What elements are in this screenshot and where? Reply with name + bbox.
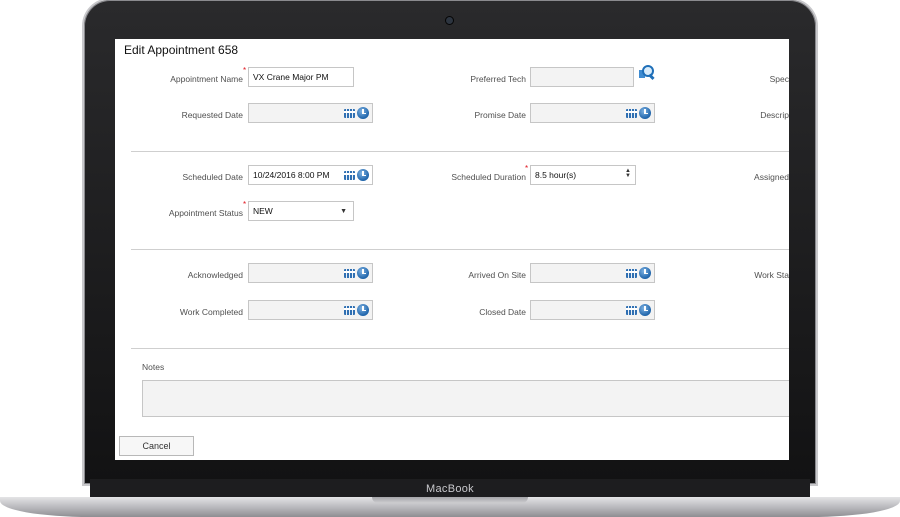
required-marker: * [525, 164, 529, 173]
clock-icon[interactable] [357, 169, 369, 181]
calendar-icon[interactable] [626, 269, 637, 278]
calendar-icon[interactable] [626, 306, 637, 315]
chevron-down-icon[interactable]: ▼ [340, 208, 347, 215]
scheduled-duration-value: 8.5 hour(s) [535, 170, 577, 180]
work-completed-label: Work Completed [179, 307, 243, 317]
scheduled-date-label: Scheduled Date [182, 172, 244, 182]
page-title: Edit Appointment 658 [124, 43, 239, 57]
requested-date-input[interactable] [248, 103, 373, 123]
clock-icon[interactable] [357, 267, 369, 279]
work-status-label: Work Sta [754, 270, 789, 280]
closed-date-input[interactable] [530, 300, 655, 320]
acknowledged-label: Acknowledged [187, 270, 243, 280]
calendar-icon[interactable] [626, 109, 637, 118]
arrived-on-site-input[interactable] [530, 263, 655, 283]
work-completed-input[interactable] [248, 300, 373, 320]
specialty-label: Spec [769, 74, 789, 84]
appointment-name-input[interactable]: VX Crane Major PM [248, 67, 354, 87]
clock-icon[interactable] [639, 267, 651, 279]
stepper-arrows-icon[interactable]: ▲ ▼ [625, 168, 631, 179]
appointment-name-label: Appointment Name [170, 74, 243, 84]
calendar-icon[interactable] [344, 269, 355, 278]
description-label: Descrip [760, 110, 789, 120]
scheduled-date-input[interactable]: 10/24/2016 8:00 PM [248, 165, 373, 185]
notes-textarea[interactable] [142, 380, 789, 417]
clock-icon[interactable] [357, 107, 369, 119]
lookup-icon[interactable] [639, 65, 655, 81]
scheduled-date-value: 10/24/2016 8:00 PM [253, 170, 330, 180]
appointment-status-select[interactable]: NEW ▼ [248, 201, 354, 221]
laptop-base-notch [372, 497, 528, 503]
section-divider [131, 151, 789, 152]
calendar-icon[interactable] [344, 109, 355, 118]
required-marker: * [243, 200, 247, 209]
requested-date-label: Requested Date [181, 110, 243, 120]
camera [446, 17, 453, 24]
calendar-icon[interactable] [344, 306, 355, 315]
app-screen: Edit Appointment 658 Appointment Name * … [115, 39, 789, 460]
appointment-status-label: Appointment Status [168, 208, 243, 218]
clock-icon[interactable] [639, 107, 651, 119]
required-marker: * [243, 66, 247, 75]
laptop-bezel-bottom: MacBook [90, 479, 810, 499]
assigned-label: Assigned [754, 172, 789, 182]
promise-date-label: Promise Date [474, 110, 527, 120]
arrived-on-site-label: Arrived On Site [468, 270, 526, 280]
notes-label: Notes [142, 362, 165, 372]
appointment-name-value: VX Crane Major PM [253, 72, 329, 82]
brand-label: MacBook [426, 483, 474, 495]
cancel-button[interactable]: Cancel [119, 436, 194, 456]
scheduled-duration-label: Scheduled Duration [451, 172, 526, 182]
promise-date-input[interactable] [530, 103, 655, 123]
scheduled-duration-stepper[interactable]: 8.5 hour(s) ▲ ▼ [530, 165, 636, 185]
calendar-icon[interactable] [344, 171, 355, 180]
preferred-tech-label: Preferred Tech [470, 74, 526, 84]
clock-icon[interactable] [639, 304, 651, 316]
section-divider [131, 249, 789, 250]
appointment-status-value: NEW [253, 206, 273, 216]
section-divider [131, 348, 789, 349]
clock-icon[interactable] [357, 304, 369, 316]
closed-date-label: Closed Date [479, 307, 526, 317]
preferred-tech-input[interactable] [530, 67, 634, 87]
acknowledged-input[interactable] [248, 263, 373, 283]
